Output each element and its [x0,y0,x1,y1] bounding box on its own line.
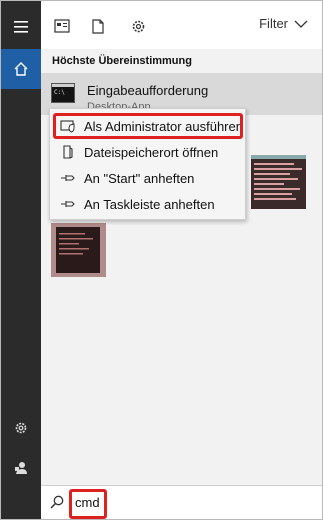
pin-to-start-item[interactable]: An "Start" anheften [50,165,245,191]
gear-icon [15,422,27,434]
pin-icon [60,171,76,185]
apps-icon [54,19,70,33]
settings-button[interactable] [1,408,41,448]
screenshot-thumbnail-icon [56,227,100,273]
home-icon [14,62,28,76]
menu-item-label: An "Start" anheften [84,170,195,186]
home-button[interactable] [1,49,41,89]
filter-dropdown[interactable]: Filter [259,16,308,31]
hamburger-icon [14,21,28,33]
search-window: Filter Höchste Übereinstimmung C:\ Einga… [0,0,323,520]
filter-label: Filter [259,16,288,31]
search-icon [50,495,64,509]
user-button[interactable] [1,448,41,488]
pin-icon [60,197,76,211]
folder-icon [60,145,76,159]
section-title: Höchste Übereinstimmung [52,55,192,67]
documents-filter-button[interactable] [87,15,109,37]
chevron-down-icon [294,20,308,28]
svg-text:C:\: C:\ [54,89,65,96]
menu-button[interactable] [1,7,41,47]
terminal-icon: C:\ [52,84,74,96]
open-file-location-item[interactable]: Dateispeicherort öffnen [50,139,245,165]
search-toolbar: Filter [41,1,322,49]
highlight-box [69,489,107,519]
pin-to-taskbar-item[interactable]: An Taskleiste anheften [50,191,245,217]
user-icon [15,462,27,474]
menu-item-label: An Taskleiste anheften [84,196,215,212]
left-rail [1,1,41,519]
gear-icon [132,20,144,32]
result-thumbnail[interactable] [251,155,306,209]
result-thumbnail[interactable] [51,223,106,277]
best-match-title: Eingabeaufforderung [87,83,209,98]
settings-filter-button[interactable] [127,15,149,37]
cmd-app-icon: C:\ [51,83,75,103]
screenshot-thumbnail-icon [251,155,306,209]
highlight-box [53,113,243,139]
document-icon [92,18,104,34]
apps-filter-button[interactable] [51,15,73,37]
menu-item-label: Dateispeicherort öffnen [84,144,219,160]
